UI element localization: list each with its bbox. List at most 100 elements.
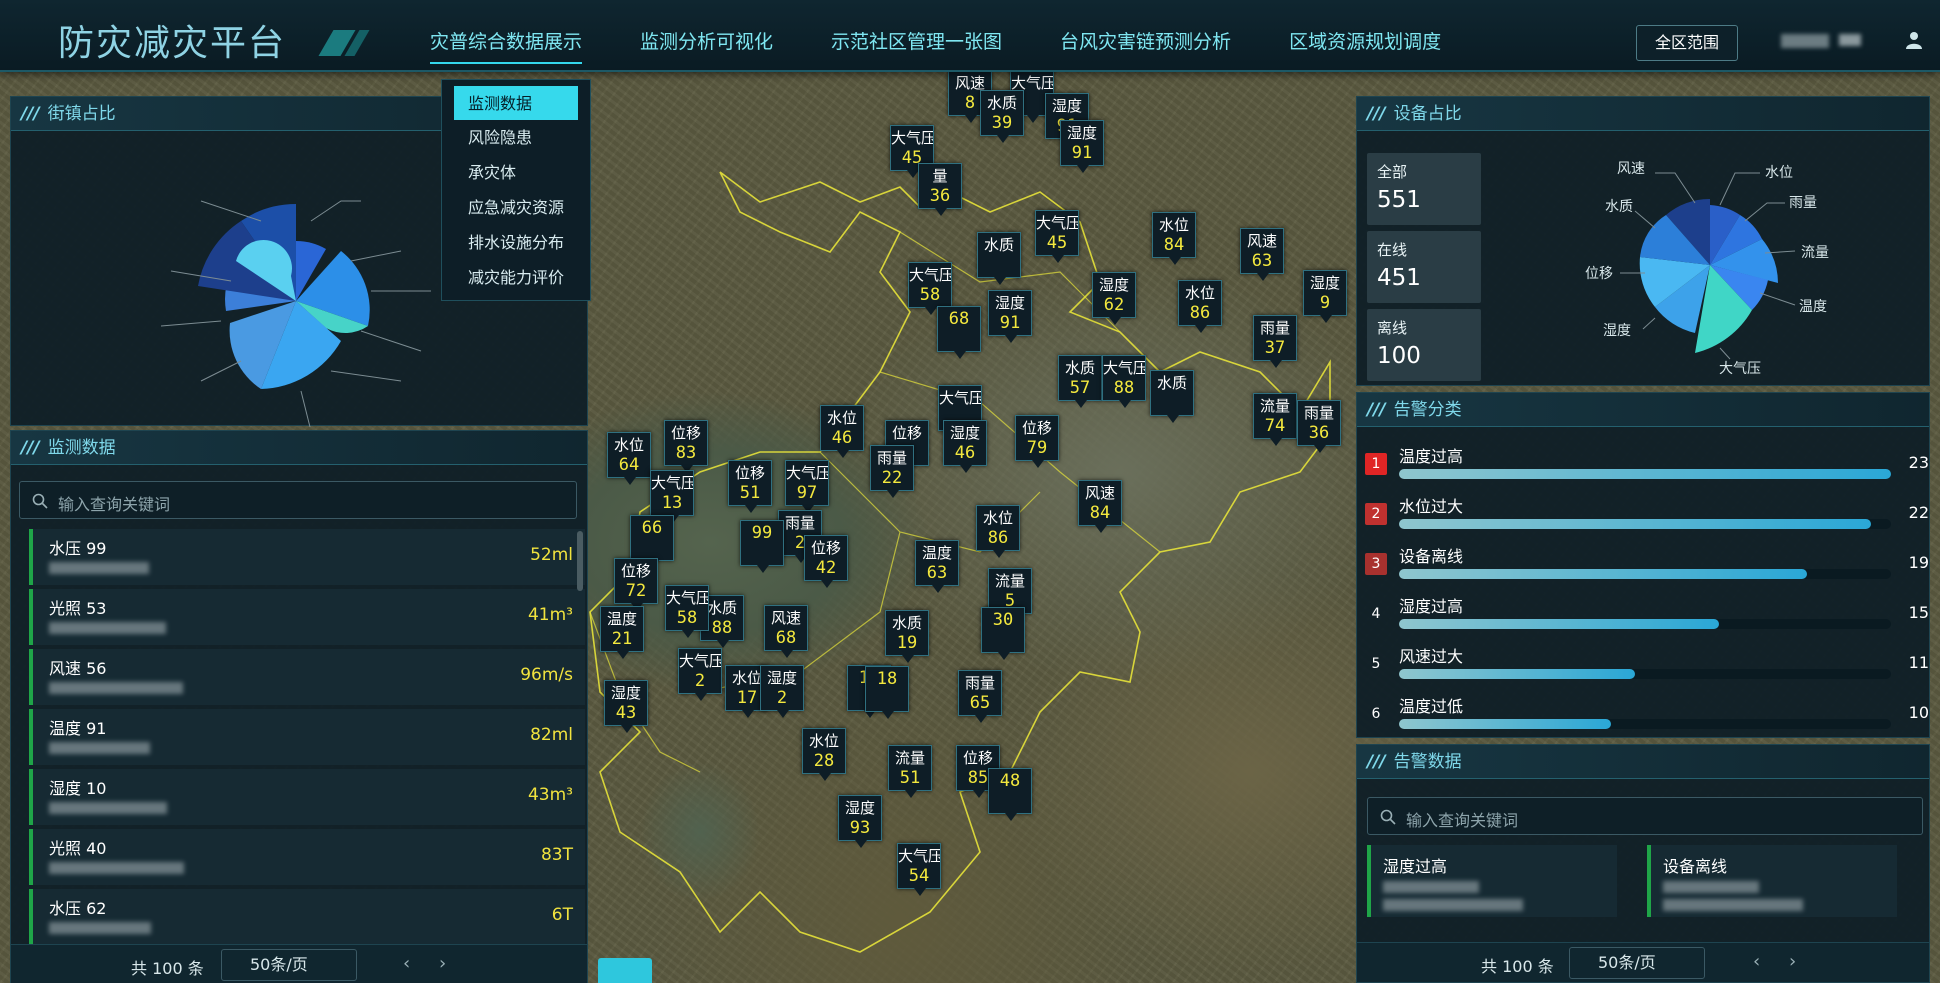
map-marker[interactable]: 湿度 46 [943,420,987,473]
map-marker[interactable]: 湿度 9 [1303,270,1347,323]
marker-type: 温度 [921,544,952,562]
map-marker[interactable]: 水位 84 [1152,212,1196,265]
nav-item-community-map[interactable]: 示范社区管理一张图 [831,27,1002,64]
item-blurred-detail [49,742,150,754]
map-marker[interactable]: 水位 46 [820,405,864,458]
map-marker[interactable]: 大气压 58 [665,585,709,638]
map-marker[interactable]: 风速 84 [1078,480,1122,533]
monitor-list-item[interactable]: 水压 62 6T [29,889,585,945]
map-marker[interactable]: 48 [988,768,1032,821]
map-tool-button[interactable] [598,958,652,983]
map-marker[interactable]: 湿度 93 [838,795,882,848]
map-marker[interactable]: 水位 28 [802,728,846,781]
map-marker[interactable]: 大气压 88 [1102,355,1146,408]
map-marker[interactable]: 温度 21 [600,606,644,659]
marker-type: 雨量 [1259,319,1290,337]
map-marker[interactable]: 位移 51 [728,460,772,513]
map-marker[interactable]: 温度 63 [915,540,959,593]
map-marker[interactable]: 水位 64 [607,432,651,485]
prev-page-icon[interactable]: ‹ [1753,951,1760,972]
menu-item-capability[interactable]: 减灾能力评价 [442,260,590,295]
next-page-icon[interactable]: › [439,953,446,974]
device-label-pressure: 大气压 [1719,361,1761,377]
menu-item-emergency-resources[interactable]: 应急减灾资源 [442,190,590,225]
map-marker[interactable]: 大气压 97 [785,460,829,513]
map-marker[interactable]: 18 [865,666,909,719]
map-marker[interactable]: 湿度 62 [1092,272,1136,325]
marker-value: 64 [618,455,640,475]
marker-type: 湿度 [1066,124,1097,142]
map-marker[interactable]: 大气压 2 [678,648,722,701]
map-marker[interactable]: 大气压 45 [1035,210,1079,263]
map-marker[interactable]: 水位 86 [976,505,1020,558]
alarm-card[interactable]: 设备离线 [1647,845,1897,917]
map-marker[interactable]: 湿度91 [988,290,1032,343]
map-marker[interactable]: 量 36 [918,163,962,216]
map-marker[interactable]: 大气压 54 [897,843,941,896]
map-marker[interactable]: 位移 83 [664,420,708,473]
monitor-list-item[interactable]: 风速 56 96m/s [29,649,585,705]
prev-page-icon[interactable]: ‹ [403,953,410,974]
map-marker[interactable]: 风速 68 [764,605,808,658]
map-marker[interactable]: 雨量 37 [1253,315,1297,368]
list-scrollbar[interactable] [577,531,583,591]
alarm-class-item[interactable]: 3 设备离线 19 [1365,543,1935,589]
alarm-card[interactable]: 湿度过高 [1367,845,1617,917]
menu-item-drainage[interactable]: 排水设施分布 [442,225,590,260]
map-marker[interactable]: 水质 19 [885,610,929,663]
monitor-search-input[interactable]: 输入查询关键词 [19,481,577,519]
map-marker[interactable]: 风速 63 [1240,228,1284,281]
map-marker[interactable]: 水位 86 [1178,280,1222,333]
pager-size-select[interactable]: 50条/页 [1569,947,1705,979]
map-marker[interactable]: 68 [937,306,981,359]
alarm-class-item[interactable]: 5 风速过大 11 [1365,643,1935,689]
item-name: 湿度 10 [49,779,107,798]
alarm-search-input[interactable]: 输入查询关键词 [1367,797,1923,835]
monitor-list-item[interactable]: 光照 40 83T [29,829,585,885]
monitor-list-item[interactable]: 水压 99 52ml [29,529,585,585]
menu-item-monitor-data[interactable]: 监测数据 [454,86,578,120]
user-icon[interactable] [1904,30,1924,50]
nav-item-resource-dispatch[interactable]: 区域资源规划调度 [1289,27,1441,64]
map-marker[interactable]: 30 [981,607,1025,660]
map-marker[interactable]: 雨量 22 [870,445,914,498]
alarm-bar-fill [1399,669,1636,679]
alarm-class-item[interactable]: 6 温度过低 10 [1365,693,1935,739]
nav-item-monitor-analysis[interactable]: 监测分析可视化 [640,27,773,64]
map-marker[interactable]: 水质 [1150,370,1194,423]
monitor-list-item[interactable]: 温度 91 82ml [29,709,585,765]
map-marker[interactable]: 水质 57 [1058,355,1102,408]
map-marker[interactable]: 湿度 43 [604,680,648,733]
map-marker[interactable]: 水质 [977,232,1021,285]
nav-item-typhoon-chain[interactable]: 台风灾害链预测分析 [1060,27,1231,64]
pager-size-select[interactable]: 50条/页 [221,949,357,981]
stat-total: 全部 551 [1367,153,1481,225]
map-marker[interactable]: 位移 72 [614,558,658,611]
map-marker[interactable]: 湿度91 [1060,120,1104,173]
map-marker[interactable]: 99 [740,520,784,573]
map-marker[interactable]: 流量 51 [888,745,932,798]
alarm-bar-fill [1399,569,1808,579]
map-marker[interactable]: 位移 79 [1015,415,1059,468]
map-marker[interactable]: 雨量 36 [1297,400,1341,453]
marker-type: 大气压 [909,266,951,284]
item-value: 83T [540,845,573,865]
map-marker[interactable]: 水质 39 [980,90,1024,143]
map-marker[interactable]: 大气压 13 [650,470,694,523]
scope-button[interactable]: 全区范围 [1636,25,1738,61]
map-marker[interactable]: 66 [630,515,674,568]
next-page-icon[interactable]: › [1789,951,1796,972]
map-marker[interactable]: 湿度 2 [760,665,804,718]
menu-item-risk-hazard[interactable]: 风险隐患 [442,120,590,155]
monitor-list-item[interactable]: 光照 53 41m³ [29,589,585,645]
menu-item-bearing-body[interactable]: 承灾体 [442,155,590,190]
monitor-list-item[interactable]: 湿度 10 43m³ [29,769,585,825]
map-marker[interactable]: 流量 74 [1253,393,1297,446]
map-marker[interactable]: 大气压 58 [908,262,952,315]
nav-item-disaster-data[interactable]: 灾普综合数据展示 [430,27,583,64]
map-marker[interactable]: 位移 42 [804,535,848,588]
map-marker[interactable]: 雨量 65 [958,670,1002,723]
alarm-class-item[interactable]: 2 水位过大 22 [1365,493,1935,539]
alarm-class-item[interactable]: 1 温度过高 23 [1365,443,1935,489]
alarm-class-item[interactable]: 4 湿度过高 15 [1365,593,1935,639]
